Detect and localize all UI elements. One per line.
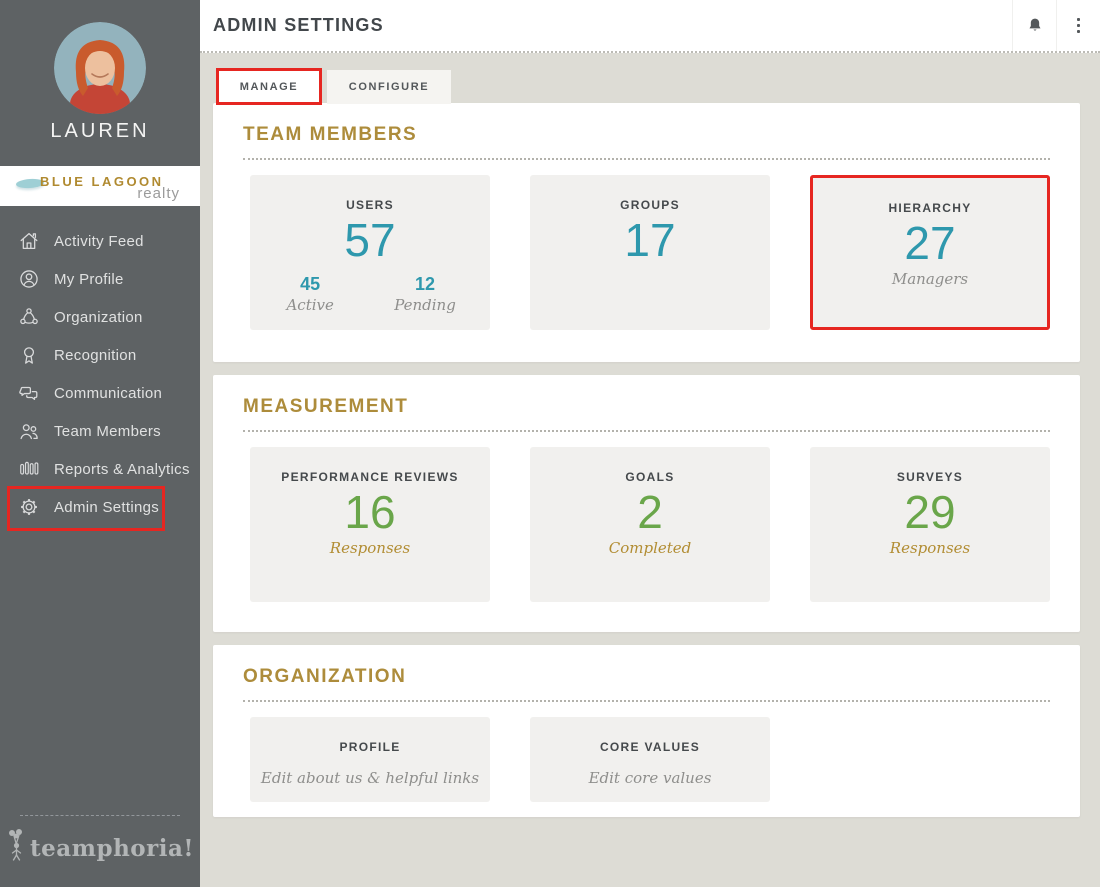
card-title: GROUPS	[620, 198, 680, 212]
tab-label: MANAGE	[239, 80, 299, 93]
section-measurement: MEASUREMENT PERFORMANCE REVIEWS 16 Respo…	[213, 375, 1080, 632]
card-users[interactable]: USERS 57 45 Active 12 Pending	[250, 175, 490, 330]
dotted-divider	[243, 158, 1050, 160]
kebab-menu-icon	[1076, 17, 1081, 34]
header-actions	[1012, 0, 1100, 51]
stat-label: Pending	[394, 296, 456, 314]
card-sublabel: Completed	[608, 539, 692, 558]
card-value: 17	[624, 214, 676, 266]
card-value: 16	[344, 486, 396, 538]
stat-pending: 12 Pending	[394, 274, 456, 314]
stat-value: 45	[300, 274, 321, 294]
sidebar-item-communication[interactable]: Communication	[0, 374, 200, 412]
header: ADMIN SETTINGS	[200, 0, 1100, 53]
bar-chart-icon	[17, 457, 41, 481]
sidebar-item-label: Recognition	[54, 346, 137, 364]
tab-manage[interactable]: MANAGE	[216, 68, 322, 105]
sidebar-item-label: Communication	[54, 384, 163, 402]
section-title: TEAM MEMBERS	[243, 124, 418, 145]
card-sublabel: Managers	[891, 270, 969, 289]
app-logo: teamphoria!	[0, 829, 200, 862]
stat-label: Active	[286, 296, 334, 314]
sidebar-item-organization[interactable]: Organization	[0, 298, 200, 336]
card-title: GOALS	[625, 470, 675, 484]
stat-value: 12	[414, 274, 436, 294]
card-core-values[interactable]: CORE VALUES Edit core values	[530, 717, 770, 802]
avatar-illustration	[54, 22, 146, 114]
card-title: PERFORMANCE REVIEWS	[281, 470, 459, 484]
sidebar-item-label: Organization	[54, 308, 143, 326]
card-sublabel: Edit core values	[588, 769, 712, 787]
tab-label: CONFIGURE	[348, 81, 430, 93]
section-organization: ORGANIZATION PROFILE Edit about us & hel…	[213, 645, 1080, 817]
teamphoria-mascot-icon	[6, 828, 28, 862]
card-performance-reviews[interactable]: PERFORMANCE REVIEWS 16 Responses	[250, 447, 490, 602]
card-sublabel: Responses	[889, 539, 971, 558]
organization-icon	[17, 305, 41, 329]
dotted-divider	[243, 700, 1050, 702]
card-profile[interactable]: PROFILE Edit about us & helpful links	[250, 717, 490, 802]
sidebar-nav: Activity Feed My Profile Organization Re…	[0, 222, 200, 526]
card-groups[interactable]: GROUPS 17	[530, 175, 770, 330]
notifications-button[interactable]	[1012, 0, 1056, 51]
admin-settings-page: LAUREN BLUE LAGOON realty Activity Feed	[0, 0, 1100, 887]
sidebar-item-my-profile[interactable]: My Profile	[0, 260, 200, 298]
card-title: SURVEYS	[896, 470, 964, 484]
card-value: 29	[904, 486, 956, 538]
sidebar: LAUREN BLUE LAGOON realty Activity Feed	[0, 0, 200, 887]
card-title: HIERARCHY	[888, 201, 972, 215]
card-sublabel: Edit about us & helpful links	[260, 769, 480, 787]
card-hierarchy[interactable]: HIERARCHY 27 Managers	[810, 175, 1050, 330]
brand-tagline: realty	[137, 185, 180, 202]
card-value: 57	[344, 214, 396, 266]
sidebar-item-admin-settings[interactable]: Admin Settings	[0, 488, 200, 526]
recognition-icon	[17, 343, 41, 367]
card-title: PROFILE	[339, 740, 401, 754]
gear-icon	[17, 495, 41, 519]
sidebar-item-label: Activity Feed	[54, 232, 144, 250]
bell-icon	[1025, 16, 1045, 36]
sidebar-item-label: Team Members	[54, 422, 161, 440]
team-members-icon	[17, 419, 41, 443]
tab-configure[interactable]: CONFIGURE	[327, 70, 451, 104]
card-value: 2	[637, 486, 663, 538]
communication-icon	[17, 381, 41, 405]
sidebar-item-activity-feed[interactable]: Activity Feed	[0, 222, 200, 260]
app-logo-text: teamphoria!	[30, 834, 194, 862]
sidebar-item-recognition[interactable]: Recognition	[0, 336, 200, 374]
home-icon	[17, 229, 41, 253]
section-title: ORGANIZATION	[243, 666, 407, 687]
card-goals[interactable]: GOALS 2 Completed	[530, 447, 770, 602]
card-stats: 45 Active 12 Pending	[250, 274, 490, 314]
sidebar-item-label: My Profile	[54, 270, 124, 288]
brand-logo: BLUE LAGOON realty	[0, 166, 200, 206]
card-title: CORE VALUES	[599, 740, 701, 754]
dotted-divider	[243, 430, 1050, 432]
section-team-members: TEAM MEMBERS USERS 57 45 Active 12 Pendi…	[213, 103, 1080, 362]
sidebar-item-label: Admin Settings	[54, 498, 160, 516]
card-sublabel: Responses	[329, 539, 411, 558]
profile-icon	[17, 267, 41, 291]
card-row: PROFILE Edit about us & helpful links CO…	[250, 717, 770, 802]
sidebar-divider	[20, 815, 180, 816]
card-row: PERFORMANCE REVIEWS 16 Responses GOALS 2…	[250, 447, 1050, 602]
sidebar-item-reports-analytics[interactable]: Reports & Analytics	[0, 450, 200, 488]
more-options-button[interactable]	[1056, 0, 1100, 51]
card-surveys[interactable]: SURVEYS 29 Responses	[810, 447, 1050, 602]
sidebar-item-label: Reports & Analytics	[54, 460, 190, 478]
stat-active: 45 Active	[284, 274, 336, 314]
section-title: MEASUREMENT	[243, 396, 409, 417]
card-title: USERS	[346, 198, 394, 212]
avatar	[54, 22, 146, 114]
card-value: 27	[904, 217, 956, 269]
page-title: ADMIN SETTINGS	[213, 15, 384, 35]
card-row: USERS 57 45 Active 12 Pending GROUPS 17	[250, 175, 1050, 330]
user-name: LAUREN	[50, 120, 150, 142]
sidebar-item-team-members[interactable]: Team Members	[0, 412, 200, 450]
